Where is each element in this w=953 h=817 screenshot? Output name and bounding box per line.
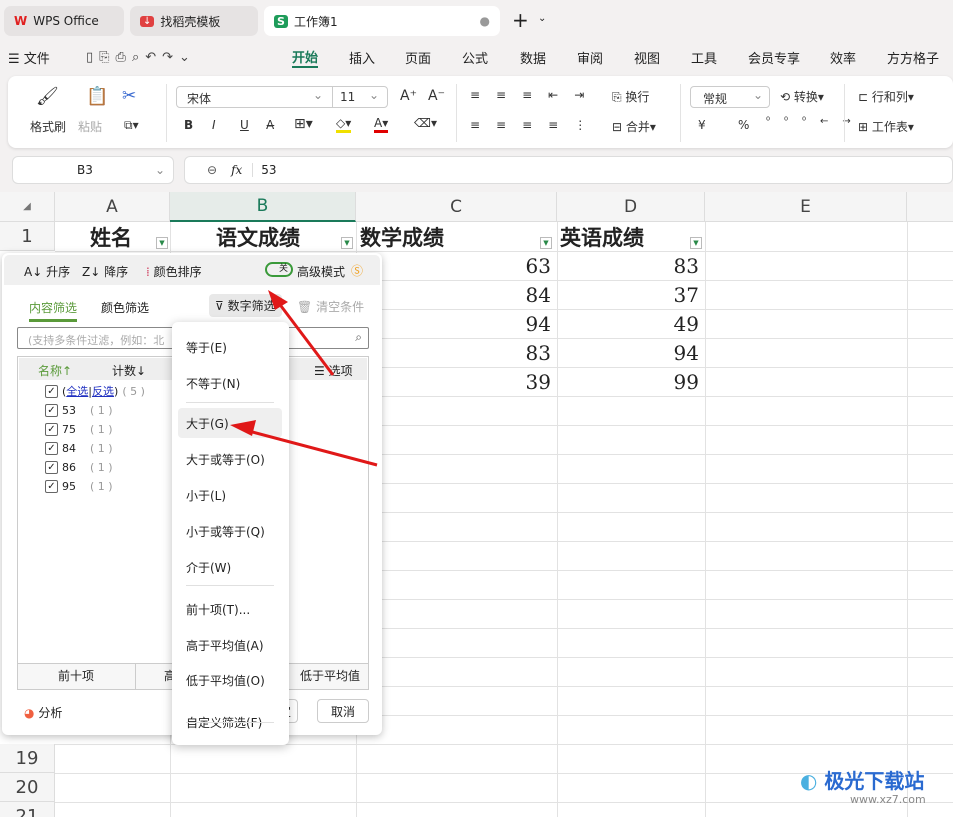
- annotation-arrows: [230, 290, 378, 467]
- arrow-to-number-filter: [273, 297, 335, 376]
- watermark-logo: ◐ 极光下载站: [800, 769, 925, 793]
- watermark-url: www.xz7.com: [850, 793, 926, 806]
- arrow-to-greater-than: [244, 428, 378, 467]
